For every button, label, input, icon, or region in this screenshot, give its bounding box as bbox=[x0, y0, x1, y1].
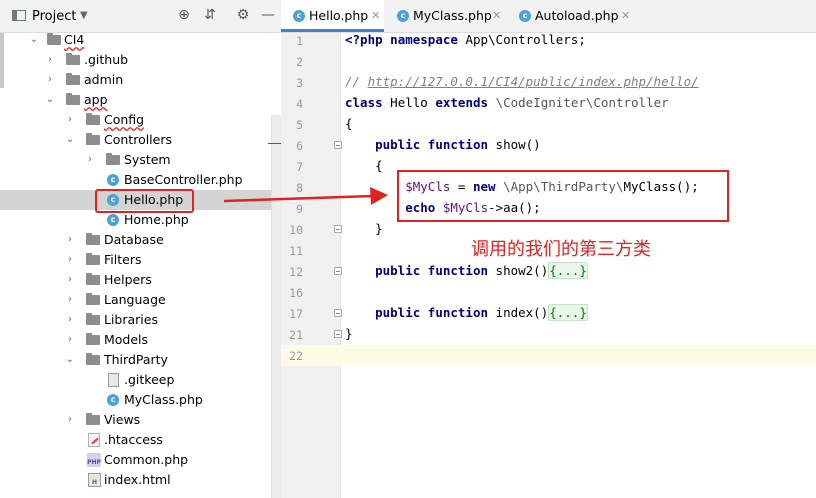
annotation-arrow bbox=[223, 187, 388, 205]
annotation-note: 调用的我们的第三方类 bbox=[471, 239, 651, 260]
